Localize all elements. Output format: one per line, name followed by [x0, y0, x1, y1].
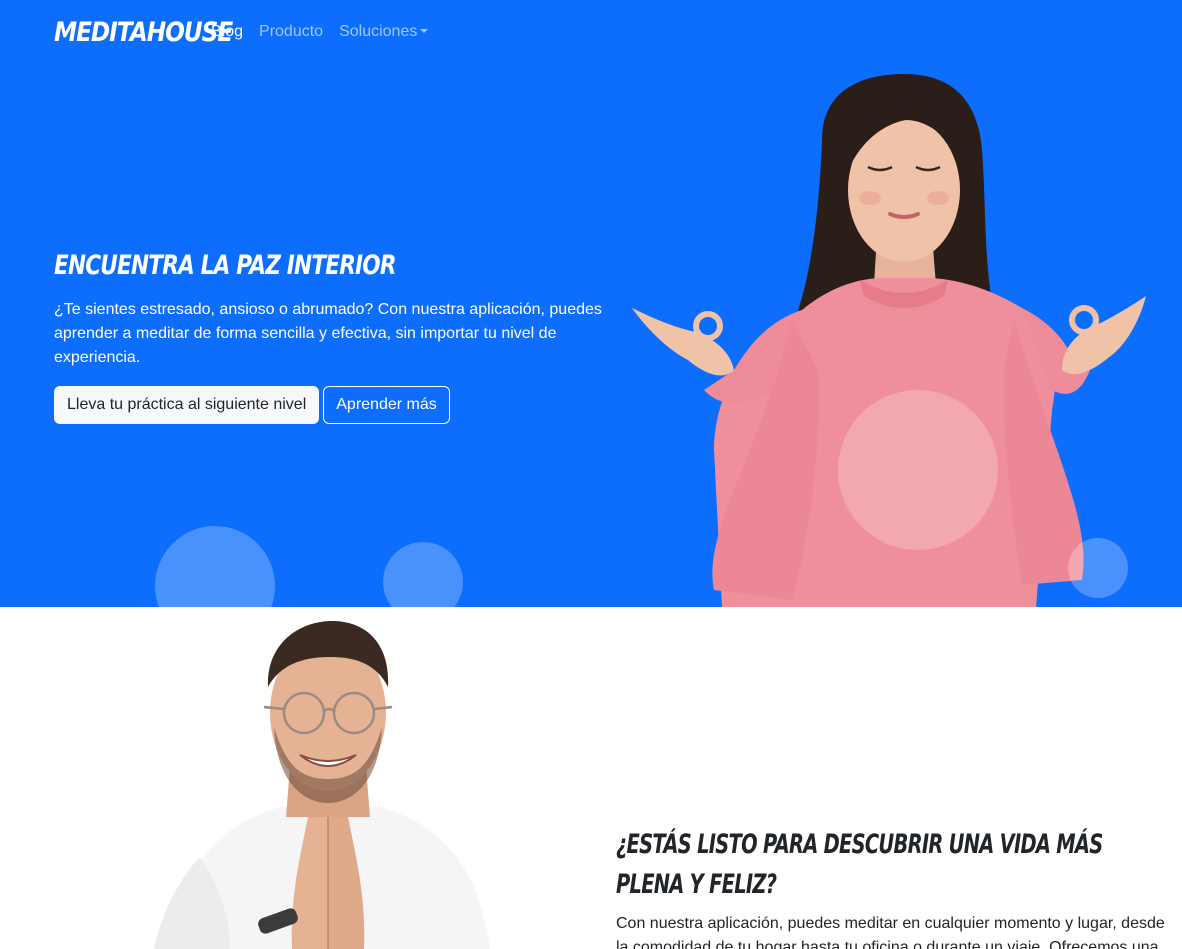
- next-level-button[interactable]: Lleva tu práctica al siguiente nivel: [54, 386, 320, 424]
- hero-title: ENCUENTRA LA PAZ INTERIOR: [54, 250, 396, 281]
- chevron-down-icon: [420, 28, 429, 33]
- feature-section: ¿ESTÁS LISTO PARA DESCUBRIR UNA VIDA MÁS…: [0, 607, 1182, 949]
- hero-section: MEDITAHOUSE Blog Producto Soluciones ENC…: [0, 0, 1182, 607]
- navbar: MEDITAHOUSE Blog Producto Soluciones: [54, 12, 429, 52]
- nav-link-soluciones[interactable]: Soluciones: [339, 23, 429, 41]
- nav-link-producto[interactable]: Producto: [259, 23, 323, 41]
- nav-links: Blog Producto Soluciones: [211, 23, 429, 41]
- smiling-man-image: [154, 621, 490, 949]
- decorative-bubble: [1068, 538, 1128, 598]
- section-title: ¿ESTÁS LISTO PARA DESCUBRIR UNA VIDA MÁS…: [616, 829, 1103, 900]
- hero-buttons: Lleva tu práctica al siguiente nivel Apr…: [54, 386, 450, 424]
- decorative-bubble: [155, 526, 275, 607]
- meditating-woman-image: [632, 74, 1146, 607]
- section-description: Con nuestra aplicación, puedes meditar e…: [616, 915, 1165, 949]
- hero-description: ¿Te sientes estresado, ansioso o abrumad…: [54, 301, 602, 366]
- nav-link-soluciones-label: Soluciones: [339, 23, 418, 40]
- decorative-bubble: [383, 542, 463, 607]
- learn-more-button[interactable]: Aprender más: [323, 386, 450, 424]
- brand-logo[interactable]: MEDITAHOUSE: [54, 17, 233, 48]
